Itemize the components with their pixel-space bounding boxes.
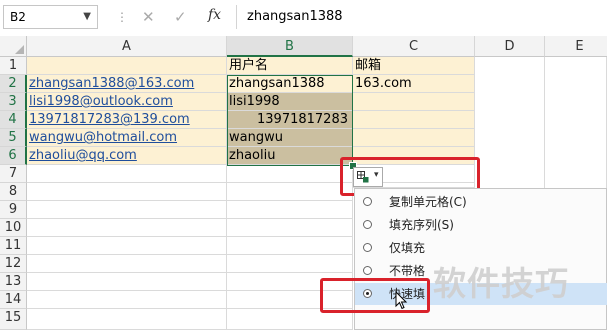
cell-a7[interactable]: [27, 165, 227, 183]
row-header-7[interactable]: 7: [0, 165, 27, 183]
cell-c6[interactable]: [353, 147, 475, 165]
cell-b6[interactable]: zhaoliu: [227, 147, 353, 165]
cell-a10[interactable]: [27, 219, 227, 237]
name-box-dropdown-icon[interactable]: ▼: [83, 6, 91, 28]
row-header-1[interactable]: 1: [0, 57, 27, 75]
cell-a6[interactable]: zhaoliu@qq.com: [27, 147, 227, 165]
row-header-14[interactable]: 14: [0, 291, 27, 309]
cell-b15[interactable]: [227, 309, 353, 330]
menu-item-label: 不带格: [389, 264, 426, 278]
menu-item-label: 填充序列(S): [389, 218, 454, 232]
mouse-pointer-icon: [395, 291, 408, 310]
column-header-b[interactable]: B: [227, 36, 353, 57]
row-header-13[interactable]: 13: [0, 273, 27, 291]
cell-a8[interactable]: [27, 183, 227, 201]
row-header-6[interactable]: 6: [0, 147, 27, 165]
row-header-4[interactable]: 4: [0, 111, 27, 129]
select-all-corner[interactable]: [0, 36, 27, 57]
formula-input[interactable]: zhangsan1388: [236, 5, 607, 29]
row-header-12[interactable]: 12: [0, 255, 27, 273]
cell-b11[interactable]: [227, 237, 353, 255]
cell-b4[interactable]: 13971817283: [227, 111, 353, 129]
cell-b8[interactable]: [227, 183, 353, 201]
column-header-a[interactable]: A: [27, 36, 227, 57]
cell-c1[interactable]: 邮箱: [353, 57, 475, 75]
cell-c3[interactable]: [353, 93, 475, 111]
chevron-down-icon: ▾: [374, 170, 379, 180]
radio-icon: [363, 243, 372, 252]
menu-item-label: 复制单元格(C): [389, 195, 467, 209]
radio-icon: [363, 266, 372, 275]
row-header-5[interactable]: 5: [0, 129, 27, 147]
cell-a4[interactable]: 13971817283@139.com: [27, 111, 227, 129]
formula-bar: B2 ▼ ⋮ ✕ ✓ fx zhangsan1388: [0, 0, 607, 37]
row-header-10[interactable]: 10: [0, 219, 27, 237]
cell-a9[interactable]: [27, 201, 227, 219]
name-box[interactable]: B2 ▼: [3, 5, 98, 29]
row-header-11[interactable]: 11: [0, 237, 27, 255]
cell-a2[interactable]: zhangsan1388@163.com: [27, 75, 227, 93]
cell-b10[interactable]: [227, 219, 353, 237]
menu-item-fill-formatting-only[interactable]: 仅填充: [355, 237, 607, 259]
cell-c2[interactable]: 163.com: [353, 75, 475, 93]
cell-a11[interactable]: [27, 237, 227, 255]
cell-b7[interactable]: [227, 165, 353, 183]
name-box-value: B2: [10, 10, 26, 24]
row-header-9[interactable]: 9: [0, 201, 27, 219]
column-header-e[interactable]: E: [545, 36, 607, 57]
cell-a3[interactable]: lisi1998@outlook.com: [27, 93, 227, 111]
row-header-15[interactable]: 15: [0, 309, 27, 330]
row-header-2[interactable]: 2: [0, 75, 27, 93]
row-header-3[interactable]: 3: [0, 93, 27, 111]
auto-fill-options-button[interactable]: ▾: [353, 167, 383, 187]
cell-b14[interactable]: [227, 291, 353, 309]
cell-b13[interactable]: [227, 273, 353, 291]
watermark: 软件技巧: [433, 264, 569, 303]
cell-b3[interactable]: lisi1998: [227, 93, 353, 111]
cell-b1[interactable]: 用户名: [227, 57, 353, 75]
menu-item-fill-series[interactable]: 填充序列(S): [355, 214, 607, 236]
insert-function-icon[interactable]: fx: [208, 7, 221, 23]
row-header-8[interactable]: 8: [0, 183, 27, 201]
column-header-c[interactable]: C: [353, 36, 475, 57]
cell-c5[interactable]: [353, 129, 475, 147]
cell-b9[interactable]: [227, 201, 353, 219]
cell-a1[interactable]: [27, 57, 227, 75]
menu-item-label: 仅填充: [389, 241, 426, 255]
cell-a5[interactable]: wangwu@hotmail.com: [27, 129, 227, 147]
menu-item-copy-cells[interactable]: 复制单元格(C): [355, 191, 607, 213]
cell-a15[interactable]: [27, 309, 227, 330]
column-header-d[interactable]: D: [475, 36, 545, 57]
cell-b5[interactable]: wangwu: [227, 129, 353, 147]
cell-a13[interactable]: [27, 273, 227, 291]
cell-b12[interactable]: [227, 255, 353, 273]
formula-bar-grip-icon: ⋮: [116, 10, 128, 24]
radio-icon: [363, 220, 372, 229]
cancel-formula-icon[interactable]: ✕: [142, 8, 155, 26]
radio-selected-icon: [363, 289, 372, 298]
cell-c4[interactable]: [353, 111, 475, 129]
enter-formula-icon[interactable]: ✓: [174, 8, 187, 26]
flash-fill-options-icon: [357, 171, 369, 183]
radio-icon: [363, 197, 372, 206]
cell-a14[interactable]: [27, 291, 227, 309]
cell-b2[interactable]: zhangsan1388: [227, 75, 353, 93]
cell-a12[interactable]: [27, 255, 227, 273]
